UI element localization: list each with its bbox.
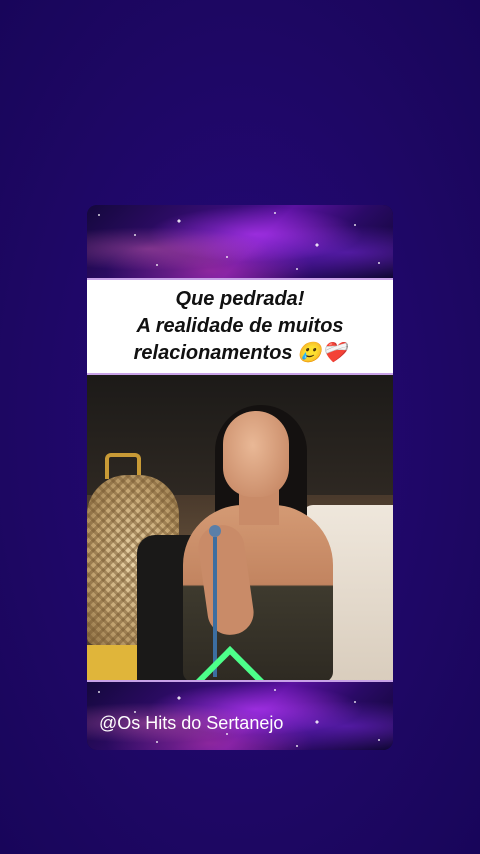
microphone-icon <box>209 525 221 537</box>
caption-box: Que pedrada! A realidade de muitos relac… <box>87 278 393 375</box>
channel-watermark: @Os Hits do Sertanejo <box>99 713 284 733</box>
caption-line-2: A realidade de muitos <box>136 314 344 337</box>
caption-line-3: relacionamentos 🥲❤️‍🩹 <box>134 340 347 367</box>
caption-line-3-text: relacionamentos <box>133 341 293 364</box>
video-frame[interactable] <box>87 375 393 682</box>
post-card[interactable]: Que pedrada! A realidade de muitos relac… <box>87 205 393 750</box>
caption-line-1: Que pedrada! <box>175 287 305 310</box>
smiling-tear-and-mending-heart-emoji-icon: 🥲❤️‍🩹 <box>296 342 347 365</box>
stars-decoration <box>87 205 393 278</box>
story-screen: Que pedrada! A realidade de muitos relac… <box>0 0 480 854</box>
microphone-cable <box>213 537 217 677</box>
galaxy-banner-top <box>87 205 393 278</box>
singer-face <box>223 411 289 497</box>
